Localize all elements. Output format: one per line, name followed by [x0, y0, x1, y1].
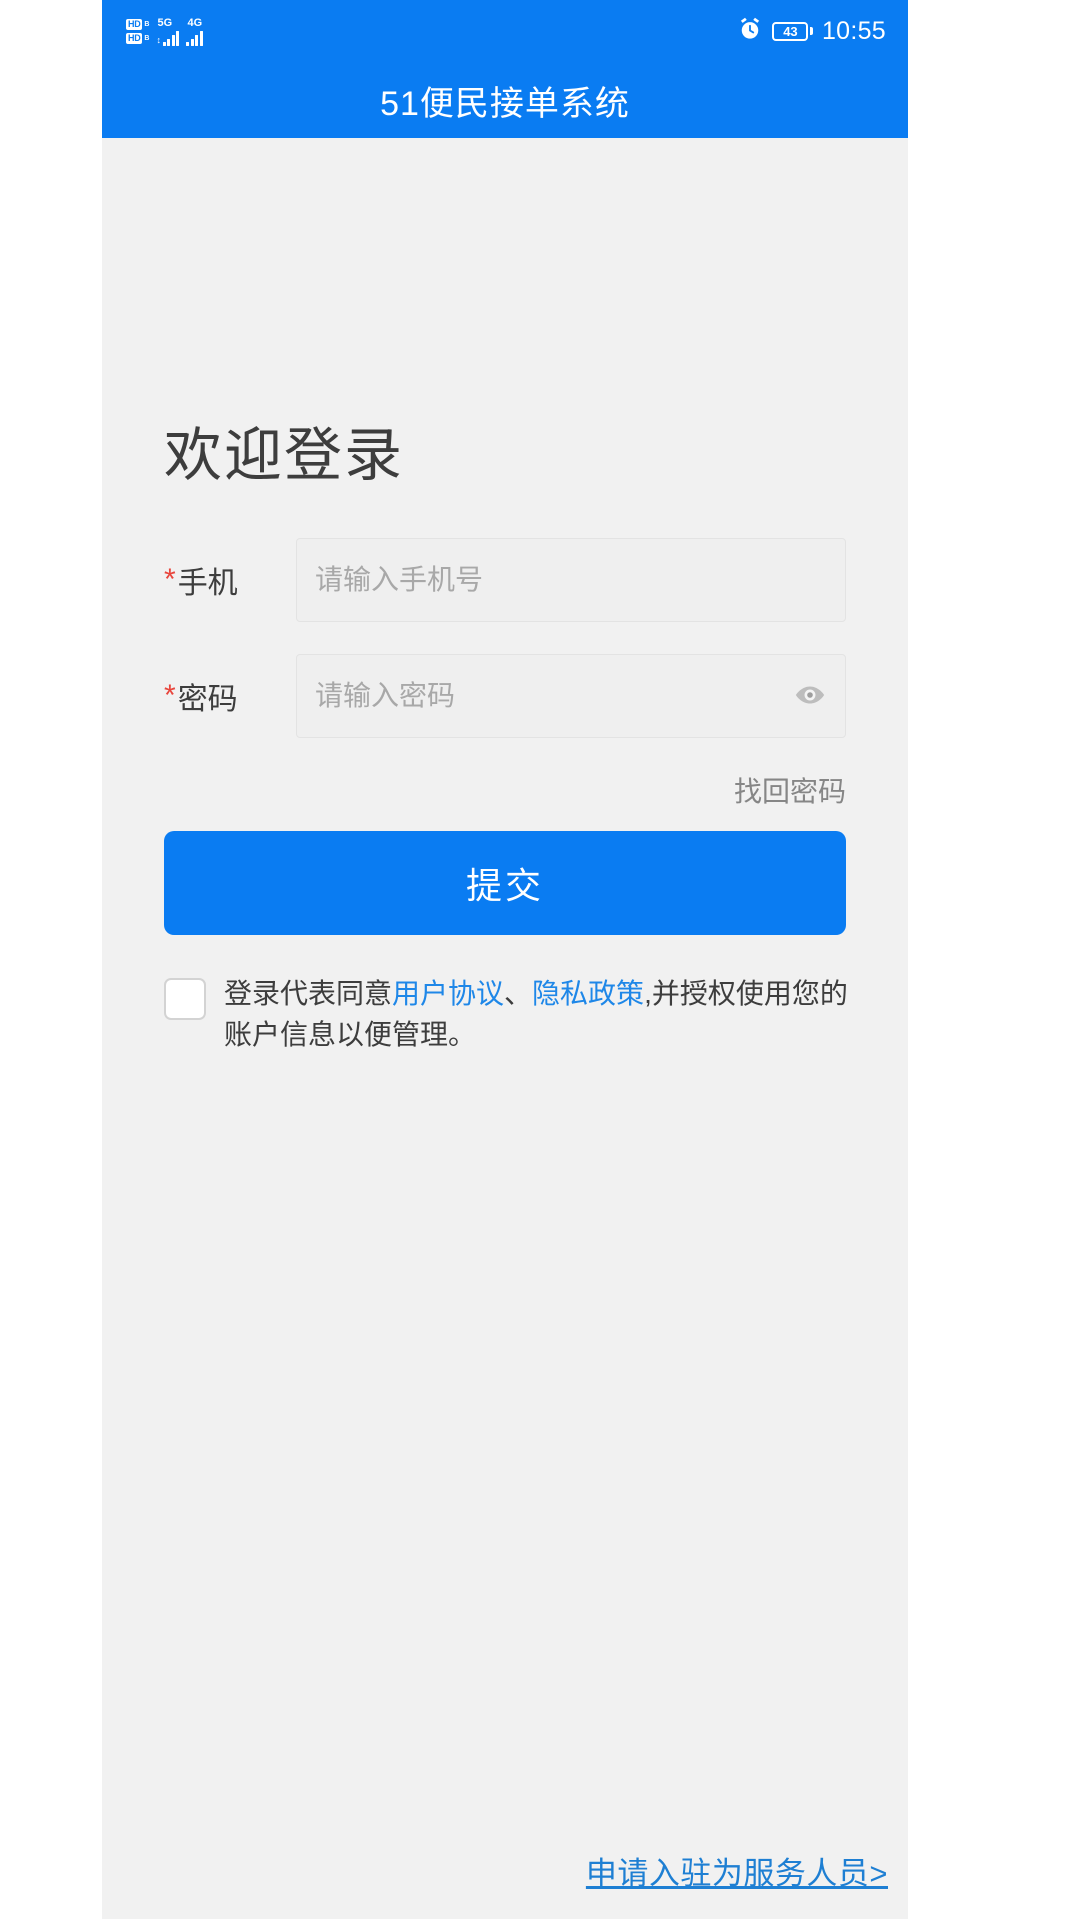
app-title-bar: 51便民接单系统: [102, 62, 908, 138]
eye-icon: [794, 679, 826, 714]
forgot-password-row: 找回密码: [164, 770, 846, 810]
phone-input-wrapper[interactable]: [296, 538, 846, 622]
status-bar-left: HD B HD B 5G ↕ 4G: [126, 16, 203, 46]
password-input[interactable]: [297, 655, 845, 737]
password-field-row: * 密码: [164, 654, 846, 738]
dataflow-arrows-icon: ↕: [156, 35, 161, 45]
toggle-password-visibility-button[interactable]: [793, 679, 827, 713]
agreement-checkbox[interactable]: [164, 978, 206, 1020]
required-asterisk-phone: *: [164, 563, 176, 596]
phone-label-text: 手机: [177, 567, 238, 600]
phone-field-row: * 手机: [164, 538, 846, 622]
user-agreement-link[interactable]: 用户协议: [392, 978, 504, 1009]
hd-badge-label-sim2: HD: [126, 32, 143, 44]
forgot-password-link[interactable]: 找回密码: [734, 776, 846, 807]
signal-icon-sim2: 4G: [186, 16, 203, 46]
status-bar: HD B HD B 5G ↕ 4G 43 10:55: [102, 0, 908, 62]
footer-link-row: 申请入驻为服务人员>: [102, 1848, 908, 1893]
signal-icon-sim1: 5G ↕: [156, 16, 180, 46]
password-field-label: * 密码: [164, 674, 296, 718]
status-bar-clock: 10:55: [821, 16, 886, 45]
password-label-text: 密码: [177, 683, 238, 716]
battery-icon: 43: [772, 21, 813, 41]
page-title: 欢迎登录: [164, 423, 405, 488]
submit-button[interactable]: 提交: [164, 831, 846, 935]
network-type-label-sim1: 5G: [157, 17, 173, 29]
agreement-separator: 、: [504, 978, 533, 1009]
app-title: 51便民接单系统: [380, 84, 630, 123]
hd-sub-label-sim2: B: [144, 34, 150, 42]
signal-bars-sim2-icon: [186, 30, 203, 46]
signal-bars-sim1-icon: [162, 30, 180, 46]
volte-hd-icons: HD B HD B: [126, 18, 150, 44]
agreement-text: 登录代表同意用户协议、隐私政策,并授权使用您的账户信息以便管理。: [224, 974, 854, 1055]
phone-input[interactable]: [297, 539, 845, 621]
signal-bars-row-sim1: ↕: [156, 30, 180, 46]
phone-field-label: * 手机: [164, 558, 296, 602]
password-input-wrapper[interactable]: [296, 654, 846, 738]
volte-hd-icon-sim1: HD B: [126, 18, 150, 30]
login-page-body: 欢迎登录 * 手机 * 密码: [102, 138, 908, 1919]
battery-tip: [809, 27, 813, 35]
agreement-row: 登录代表同意用户协议、隐私政策,并授权使用您的账户信息以便管理。: [164, 974, 854, 1055]
hd-sub-label-sim1: B: [144, 20, 150, 28]
battery-level-label: 43: [783, 23, 798, 39]
signal-bars-row-sim2: [186, 30, 203, 46]
agreement-prefix: 登录代表同意: [224, 978, 393, 1009]
required-asterisk-password: *: [164, 679, 176, 712]
volte-hd-icon-sim2: HD B: [126, 32, 150, 44]
phone-screen: HD B HD B 5G ↕ 4G 43 10:55 51便民接单系统 欢迎登录…: [102, 0, 908, 1919]
login-form: * 手机 * 密码: [164, 538, 846, 770]
status-bar-right: 43 10:55: [737, 16, 886, 47]
network-type-label-sim2: 4G: [187, 17, 203, 29]
battery-body: 43: [772, 21, 809, 41]
hd-badge-label-sim1: HD: [126, 18, 143, 30]
alarm-clock-icon: [737, 16, 763, 47]
privacy-policy-link[interactable]: 隐私政策: [532, 978, 644, 1009]
apply-as-service-staff-link[interactable]: 申请入驻为服务人员>: [586, 1856, 888, 1891]
